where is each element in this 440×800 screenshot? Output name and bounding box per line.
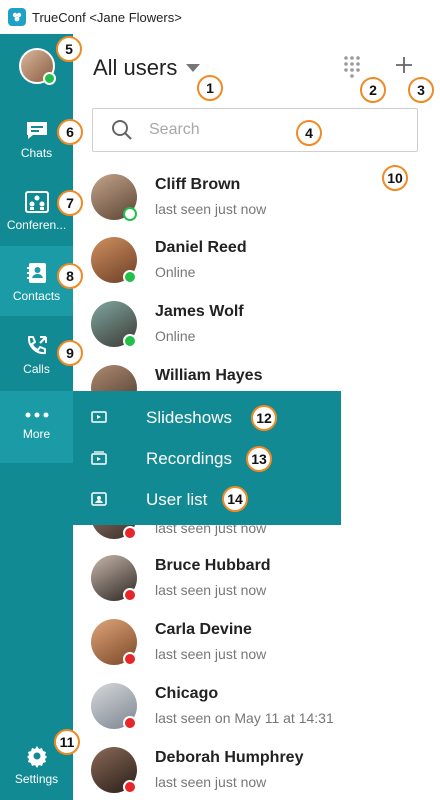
search-icon: [112, 120, 132, 140]
window-title: TrueConf <Jane Flowers>: [32, 9, 182, 25]
sidebar: Chats Conferen... Contacts Calls More Se…: [0, 34, 73, 800]
trueconf-logo-icon: [8, 8, 26, 26]
trueconf-window: TrueConf <Jane Flowers> Chats Conferen..…: [0, 0, 440, 800]
presence-indicator: [123, 207, 137, 221]
contact-row[interactable]: Daniel Reed Online: [73, 232, 440, 296]
presence-indicator: [123, 526, 137, 540]
callout-marker: 5: [56, 36, 82, 62]
filter-label: All users: [93, 55, 178, 80]
contact-name: Carla Devine: [155, 621, 252, 638]
slideshow-icon: [91, 411, 107, 423]
sidebar-item-label: Chats: [20, 146, 53, 160]
contact-name: Daniel Reed: [155, 239, 247, 256]
title-bar: TrueConf <Jane Flowers>: [0, 0, 440, 34]
menu-item-label: Slideshows: [146, 408, 232, 427]
presence-indicator: [123, 716, 137, 730]
search-input[interactable]: [149, 121, 369, 139]
sidebar-item-label: Conferen...: [6, 218, 67, 232]
menu-item-label: Recordings: [146, 449, 232, 468]
presence-indicator: [123, 588, 137, 602]
my-avatar[interactable]: [19, 48, 56, 85]
presence-indicator: [123, 652, 137, 666]
more-icon: [25, 412, 48, 418]
user-filter-dropdown[interactable]: All users: [93, 55, 201, 81]
callout-marker: 8: [57, 263, 83, 289]
chat-icon: [26, 122, 47, 139]
menu-item-recordings[interactable]: Recordings: [73, 439, 341, 479]
sidebar-item-label: Contacts: [12, 289, 61, 303]
callout-marker: 7: [57, 190, 83, 216]
contacts-icon: [26, 263, 46, 283]
presence-indicator: [123, 334, 137, 348]
user-list-icon: [91, 492, 107, 506]
contact-status: Online: [155, 264, 196, 280]
contact-row[interactable]: Chicago last seen on May 11 at 14:31: [73, 678, 440, 742]
plus-icon: [396, 57, 412, 73]
callout-marker: 10: [382, 165, 408, 191]
contact-row[interactable]: James Wolf Online: [73, 296, 440, 360]
contact-status: last seen just now: [155, 774, 267, 790]
menu-item-user-list[interactable]: User list: [73, 480, 341, 520]
contact-status: last seen just now: [155, 582, 267, 598]
contact-name: William Hayes: [155, 367, 263, 384]
contact-row[interactable]: Carla Devine last seen just now: [73, 614, 440, 678]
callout-marker: 2: [360, 77, 386, 103]
conference-icon: [24, 191, 49, 213]
contact-name: James Wolf: [155, 303, 244, 320]
contact-status: last seen on May 11 at 14:31: [155, 710, 334, 726]
contact-name: Cliff Brown: [155, 176, 241, 193]
contact-row[interactable]: Bruce Hubbard last seen just now: [73, 550, 440, 614]
presence-indicator: [123, 270, 137, 284]
sidebar-item-label: More: [22, 427, 51, 441]
more-menu: Slideshows Recordings User list: [73, 391, 341, 525]
contact-status: last seen just now: [155, 201, 267, 217]
contact-name: Bruce Hubbard: [155, 557, 271, 574]
dialpad-icon[interactable]: [343, 55, 361, 84]
add-contact-button[interactable]: [395, 52, 413, 78]
sidebar-item-more[interactable]: More: [0, 391, 73, 463]
calls-icon: [27, 336, 47, 355]
callout-marker: 13: [246, 446, 272, 472]
gear-icon: [26, 746, 47, 768]
my-presence-dot: [43, 72, 56, 85]
callout-marker: 14: [222, 486, 248, 512]
contact-name: Chicago: [155, 685, 219, 702]
search-box[interactable]: [92, 108, 418, 152]
menu-item-slideshows[interactable]: Slideshows: [73, 398, 341, 438]
sidebar-item-label: Calls: [23, 362, 50, 376]
contact-status: Online: [155, 328, 196, 344]
callout-marker: 11: [54, 729, 80, 755]
contact-name: Deborah Humphrey: [155, 749, 304, 766]
contact-status: last seen just now: [155, 646, 267, 662]
contact-row[interactable]: Deborah Humphrey last seen just now: [73, 742, 440, 800]
callout-marker: 12: [251, 405, 277, 431]
callout-marker: 6: [57, 119, 83, 145]
callout-marker: 4: [296, 120, 322, 146]
sidebar-item-label: Settings: [14, 772, 59, 786]
chevron-down-icon: [186, 64, 201, 72]
callout-marker: 9: [57, 340, 83, 366]
callout-marker: 1: [197, 75, 223, 101]
presence-indicator: [123, 780, 137, 794]
recordings-icon: [91, 451, 107, 465]
callout-marker: 3: [408, 77, 434, 103]
menu-item-label: User list: [146, 490, 208, 509]
